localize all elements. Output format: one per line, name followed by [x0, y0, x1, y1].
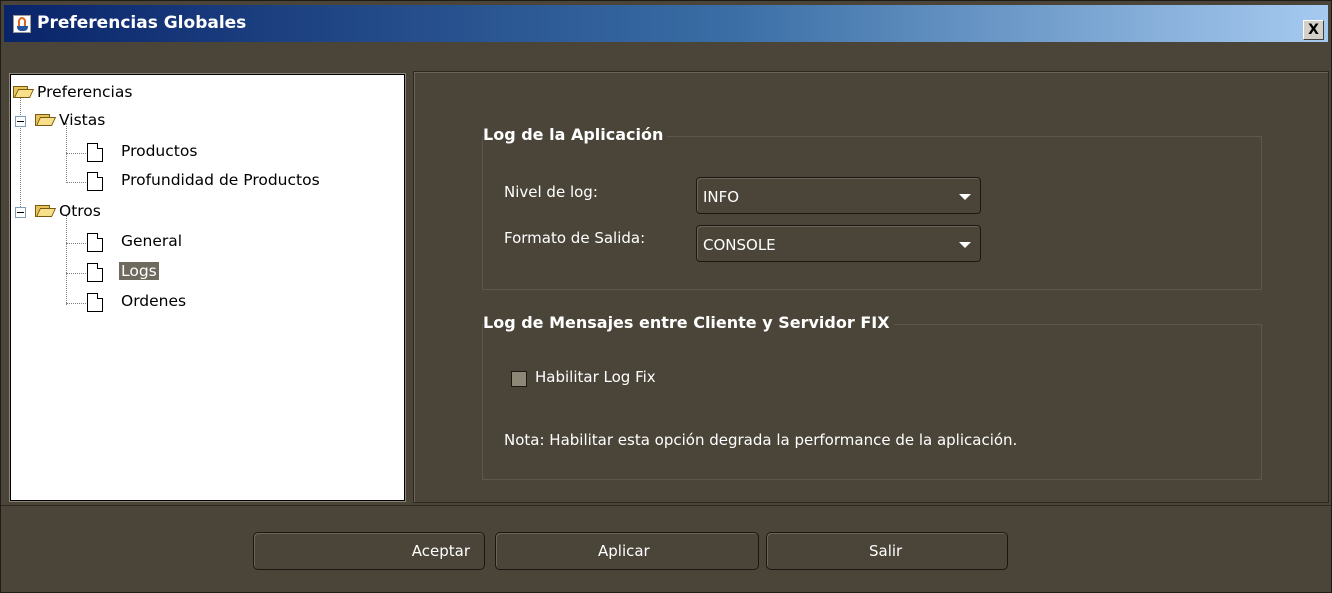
app-log-group: Log de la Aplicación Nivel de log: INFO …	[482, 125, 1262, 290]
window-title: Preferencias Globales	[37, 13, 247, 33]
apply-button[interactable]: Aplicar	[495, 532, 759, 570]
button-label: Aplicar	[598, 542, 650, 560]
tree-guide-line	[66, 303, 86, 304]
button-label: Aceptar	[411, 542, 470, 560]
tree-item-label: Logs	[119, 262, 159, 280]
dropdown-arrow-icon	[959, 242, 971, 248]
log-level-label: Nivel de log:	[504, 183, 598, 201]
tree-item-label: Preferencias	[37, 83, 133, 101]
document-icon	[87, 143, 103, 162]
select-value: INFO	[703, 188, 740, 206]
tree-item-label: Vistas	[59, 111, 106, 129]
group-title: Log de la Aplicación	[483, 125, 668, 144]
button-label: Salir	[869, 542, 903, 560]
tree-guide-line	[66, 273, 86, 274]
close-button[interactable]: X	[1303, 20, 1324, 40]
preferences-tree: Preferencias Vistas Productos Profundida…	[10, 74, 405, 501]
document-icon	[87, 233, 103, 252]
output-format-select[interactable]: CONSOLE	[696, 225, 981, 262]
tree-item-label: General	[121, 232, 183, 250]
dropdown-arrow-icon	[959, 194, 971, 200]
logs-settings-panel: Log de la Aplicación Nivel de log: INFO …	[413, 71, 1329, 503]
enable-fix-log-checkbox[interactable]	[511, 371, 527, 387]
open-folder-icon	[13, 85, 35, 98]
tree-item-label: Otros	[59, 202, 101, 220]
document-icon	[87, 263, 103, 282]
checkbox-label[interactable]: Habilitar Log Fix	[535, 368, 656, 386]
tree-guide-line	[66, 243, 86, 244]
select-value: CONSOLE	[703, 236, 776, 254]
exit-button[interactable]: Salir	[766, 532, 1008, 570]
tree-item-label: Profundidad de Productos	[121, 171, 320, 189]
log-level-select[interactable]: INFO	[696, 177, 981, 214]
fix-log-group: Log de Mensajes entre Cliente y Servidor…	[482, 313, 1262, 480]
tree-guide-line	[66, 215, 67, 305]
output-format-label: Formato de Salida:	[504, 229, 646, 247]
document-icon	[87, 293, 103, 312]
document-icon	[87, 172, 103, 191]
preferences-dialog: Preferencias Globales X Preferencias Vis…	[0, 0, 1332, 593]
collapse-icon[interactable]	[15, 116, 26, 127]
accept-button[interactable]: Aceptar	[253, 532, 485, 570]
open-folder-icon	[35, 204, 57, 217]
tree-item-label: Productos	[121, 142, 198, 160]
collapse-icon[interactable]	[15, 207, 26, 218]
tree-item-label: Ordenes	[121, 292, 187, 310]
open-folder-icon	[35, 113, 57, 126]
group-title: Log de Mensajes entre Cliente y Servidor…	[483, 313, 894, 332]
tree-guide-line	[66, 153, 86, 154]
tree-guide-line	[20, 95, 21, 215]
tree-guide-line	[66, 182, 86, 183]
performance-note: Nota: Habilitar esta opción degrada la p…	[504, 431, 1018, 449]
title-bar[interactable]: Preferencias Globales X	[4, 5, 1328, 42]
divider	[1, 505, 1331, 506]
java-icon	[13, 15, 31, 33]
